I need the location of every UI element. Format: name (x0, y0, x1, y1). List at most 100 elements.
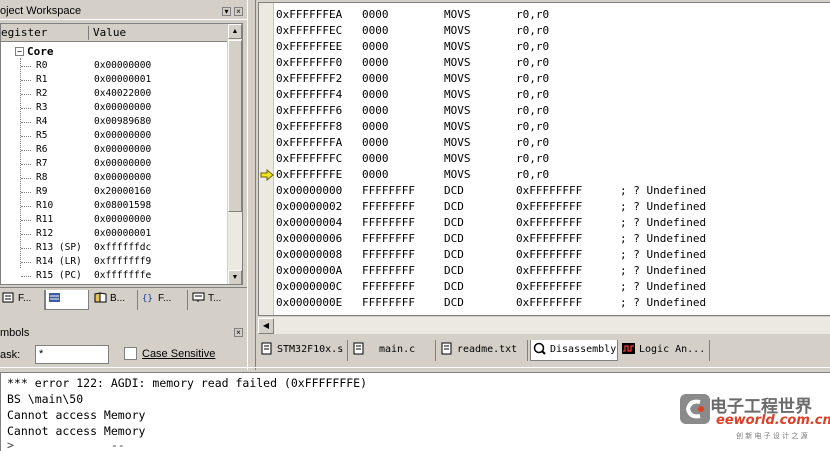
instruction-mnemonic: MOVS (444, 72, 471, 85)
register-value[interactable]: 0xfffffffe (94, 269, 151, 283)
register-value[interactable]: 0x00989680 (94, 115, 151, 129)
register-value[interactable]: 0x00000000 (94, 101, 151, 115)
instruction-address: 0xFFFFFFFA (276, 136, 343, 149)
register-value[interactable]: 0x00000001 (94, 73, 151, 87)
instruction-mnemonic: MOVS (444, 40, 471, 53)
register-value[interactable]: 0x00000001 (94, 227, 151, 241)
register-value[interactable]: 0x20000160 (94, 185, 151, 199)
register-row[interactable]: R8 0x00000000 (1, 171, 229, 185)
column-value[interactable]: Value (93, 26, 126, 39)
tab-registers[interactable] (45, 290, 89, 310)
disassembly-line[interactable]: 0xFFFFFFF4 0000 MOVS r0,r0 (276, 87, 830, 103)
register-value[interactable]: 0x08001598 (94, 199, 151, 213)
disassembly-gutter[interactable] (259, 3, 274, 315)
disassembly-line[interactable]: 0xFFFFFFEA 0000 MOVS r0,r0 (276, 7, 830, 23)
register-name: R12 (36, 228, 54, 239)
scroll-left-icon[interactable]: ◀ (258, 318, 274, 334)
disassembly-line[interactable]: 0x0000000E FFFFFFFF DCD 0xFFFFFFFF ; ? Undef… (276, 295, 830, 311)
register-value[interactable]: 0x00000000 (94, 143, 151, 157)
disassembly-line[interactable]: 0xFFFFFFF6 0000 MOVS r0,r0 (276, 103, 830, 119)
disassembly-line[interactable]: 0xFFFFFFFE 0000 MOVS r0,r0 (276, 167, 830, 183)
scroll-up-icon[interactable]: ▲ (228, 24, 242, 39)
disassembly-line[interactable]: 0x00000006 FFFFFFFF DCD 0xFFFFFFFF ; ? Undef… (276, 231, 830, 247)
register-row[interactable]: R4 0x00989680 (1, 115, 229, 129)
disassembly-line[interactable]: 0x0000000A FFFFFFFF DCD 0xFFFFFFFF ; ? Undef… (276, 263, 830, 279)
disassembly-window: 0xFFFFFFEA 0000 MOVS r0,r0 0xFFFFFFEC 0000 MOV… (258, 0, 830, 334)
disassembly-view[interactable]: 0xFFFFFFEA 0000 MOVS r0,r0 0xFFFFFFEC 0000 MOV… (258, 2, 830, 316)
register-row[interactable]: R1 0x00000001 (1, 73, 229, 87)
scroll-down-icon[interactable]: ▼ (228, 270, 242, 284)
pin-icon[interactable]: ▾ (222, 7, 231, 16)
collapse-icon[interactable]: − (15, 47, 24, 56)
disassembly-icon (533, 342, 546, 355)
disassembly-line[interactable]: 0x00000004 FFFFFFFF DCD 0xFFFFFFFF ; ? Undef… (276, 215, 830, 231)
tree-connector (21, 164, 31, 165)
disassembly-line[interactable]: 0xFFFFFFEE 0000 MOVS r0,r0 (276, 39, 830, 55)
core-group[interactable]: − Core (15, 45, 54, 58)
tab-templates[interactable]: T... (190, 290, 238, 310)
disassembly-line[interactable]: 0xFFFFFFEC 0000 MOVS r0,r0 (276, 23, 830, 39)
tab-stm32f10x-s[interactable]: STM32F10x.s (258, 340, 348, 361)
register-value[interactable]: 0x00000000 (94, 171, 151, 185)
symbols-title: mbols (0, 327, 30, 339)
disassembly-line[interactable]: 0xFFFFFFF8 0000 MOVS r0,r0 (276, 119, 830, 135)
register-row[interactable]: R7 0x00000000 (1, 157, 229, 171)
disassembly-line[interactable]: 0xFFFFFFF2 0000 MOVS r0,r0 (276, 71, 830, 87)
vertical-splitter[interactable] (247, 0, 256, 370)
disassembly-line[interactable]: 0xFFFFFFFA 0000 MOVS r0,r0 (276, 135, 830, 151)
tab-files[interactable]: F... (0, 290, 45, 310)
register-row[interactable]: R2 0x40022000 (1, 87, 229, 101)
register-value[interactable]: 0x40022000 (94, 87, 151, 101)
instruction-opcode: FFFFFFFF (362, 200, 415, 213)
instruction-opcode: 0000 (362, 88, 389, 101)
register-row[interactable]: R11 0x00000000 (1, 213, 229, 227)
register-row[interactable]: R13 (SP) 0xffffffdc (1, 241, 229, 255)
workspace-vertical-scrollbar[interactable]: ▲ ▼ (227, 24, 242, 284)
checkbox-box[interactable] (124, 347, 137, 360)
symbols-titlebar: mbols × (0, 324, 247, 342)
scroll-thumb[interactable] (228, 40, 242, 212)
tab-main-c[interactable]: main.c (350, 340, 436, 361)
disassembly-line[interactable]: 0x00000008 FFFFFFFF DCD 0xFFFFFFFF ; ? Undef… (276, 247, 830, 263)
register-row[interactable]: R15 (PC) 0xfffffffe (1, 269, 229, 283)
disassembly-horizontal-scrollbar[interactable]: ◀ (258, 316, 830, 334)
instruction-address: 0xFFFFFFEA (276, 8, 343, 21)
disassembly-line[interactable]: 0x00000002 FFFFFFFF DCD 0xFFFFFFFF ; ? Undef… (276, 199, 830, 215)
column-register[interactable]: egister (1, 26, 89, 40)
instruction-address: 0xFFFFFFF0 (276, 56, 343, 69)
register-value[interactable]: 0x00000000 (94, 213, 151, 227)
register-value[interactable]: 0x00000000 (94, 129, 151, 143)
disassembly-line[interactable]: 0xFFFFFFF0 0000 MOVS r0,r0 (276, 55, 830, 71)
core-group-label: Core (27, 45, 54, 58)
register-value[interactable]: 0xffffffdc (94, 241, 151, 255)
disassembly-line[interactable]: 0x0000000C FFFFFFFF DCD 0xFFFFFFFF ; ? Undef… (276, 279, 830, 295)
mask-input[interactable]: * (35, 345, 109, 364)
register-row[interactable]: R12 0x00000001 (1, 227, 229, 241)
disassembly-line[interactable]: 0xFFFFFFFC 0000 MOVS r0,r0 (276, 151, 830, 167)
disassembly-line[interactable]: 0x00000000 FFFFFFFF DCD 0xFFFFFFFF ; ? Undef… (276, 183, 830, 199)
tab-logic-analyzer[interactable]: Logic An... (620, 340, 710, 361)
tab-readme-txt[interactable]: readme.txt (438, 340, 528, 361)
instruction-operands: 0xFFFFFFFF (516, 200, 583, 213)
tab-disassembly[interactable]: Disassembly (530, 340, 618, 361)
register-row[interactable]: R9 0x20000160 (1, 185, 229, 199)
register-value[interactable]: 0xfffffff9 (94, 255, 151, 269)
register-row[interactable]: R14 (LR) 0xfffffff9 (1, 255, 229, 269)
close-icon[interactable]: × (234, 7, 243, 16)
register-value[interactable]: 0x00000000 (94, 59, 151, 73)
register-row[interactable]: R0 0x00000000 (1, 59, 229, 73)
tab-books[interactable]: B... (92, 290, 138, 310)
register-value[interactable]: 0x00000000 (94, 157, 151, 171)
case-sensitive-checkbox[interactable]: Case Sensitive (124, 347, 215, 360)
register-row[interactable]: R3 0x00000000 (1, 101, 229, 115)
register-row[interactable]: R5 0x00000000 (1, 129, 229, 143)
tree-connector (21, 192, 31, 193)
register-row[interactable]: R6 0x00000000 (1, 143, 229, 157)
register-row[interactable]: R10 0x08001598 (1, 199, 229, 213)
watermark-sub: 创 新 电 子 设 计 之 源 (736, 432, 808, 440)
register-grid: egister Value − Core R0 0x00000000 R1 0x0000… (0, 23, 243, 285)
tab-stm32f10x-s-label: STM32F10x.s (277, 344, 344, 355)
tab-functions[interactable]: {} F... (140, 290, 188, 310)
symbols-close-icon[interactable]: × (234, 328, 243, 337)
instruction-mnemonic: DCD (444, 248, 464, 261)
